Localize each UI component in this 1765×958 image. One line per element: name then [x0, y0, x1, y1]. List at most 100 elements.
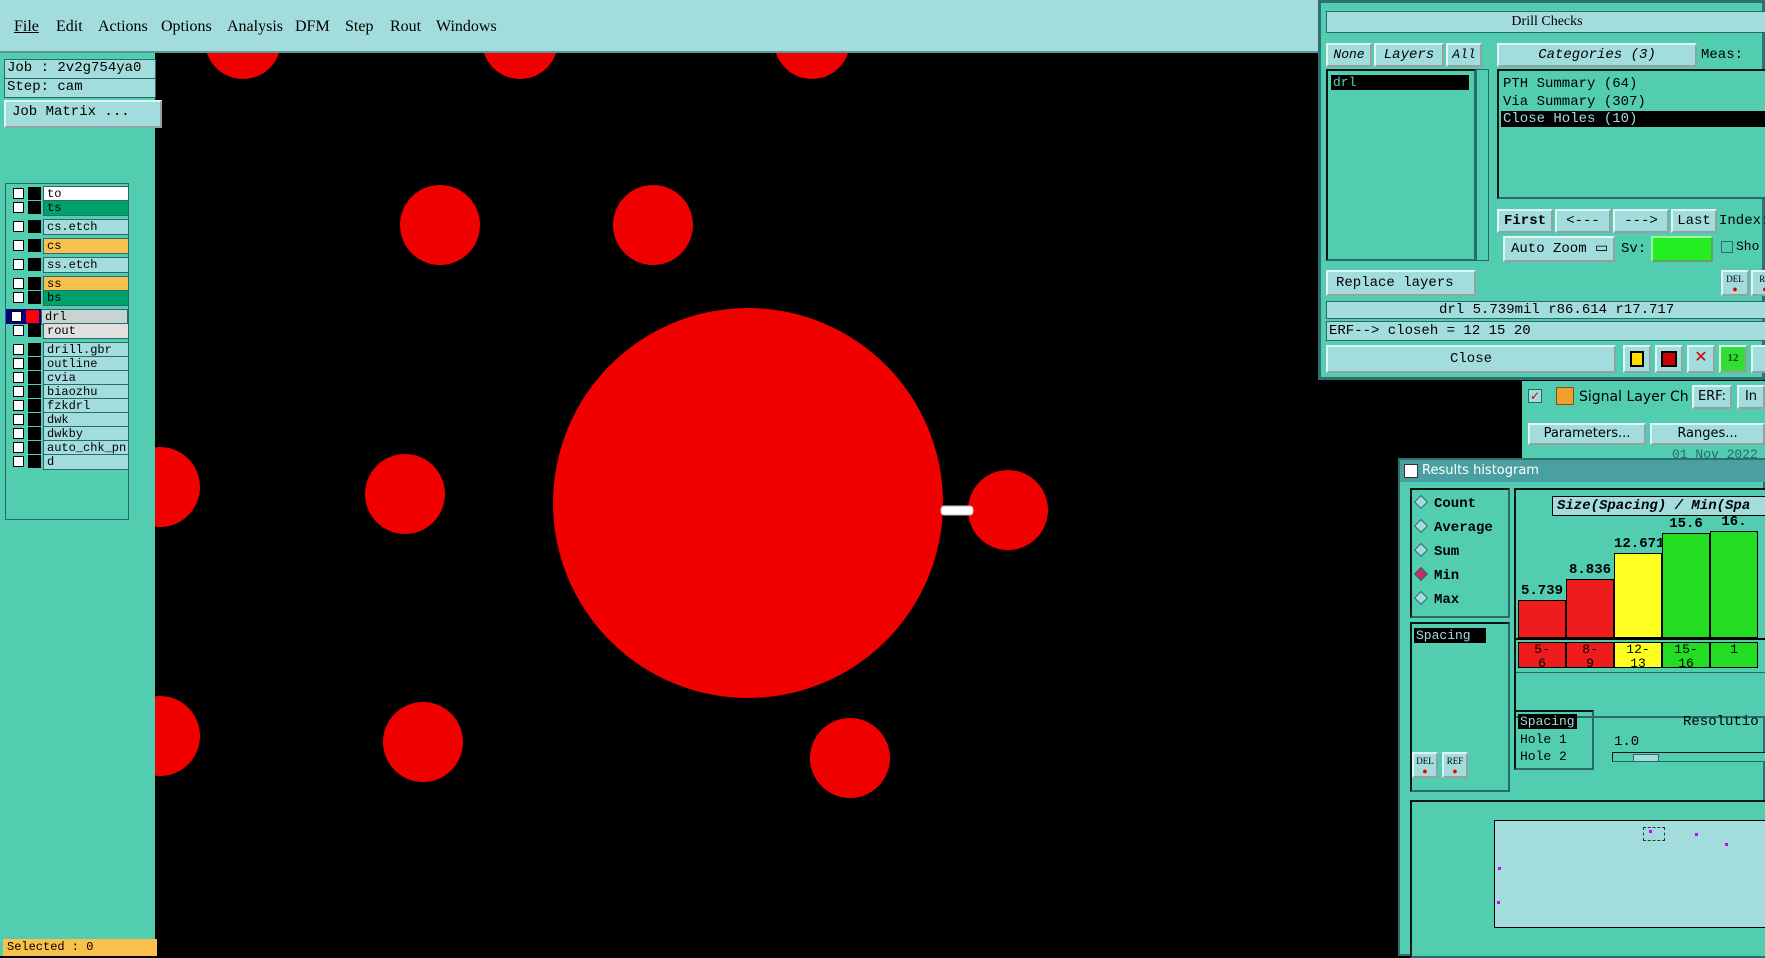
category-listbox[interactable]: PTH Summary (64) Via Summary (307) Close… [1497, 69, 1765, 199]
menu-windows[interactable]: Windows [436, 18, 497, 36]
layer-row[interactable]: auto_chk_pn [8, 440, 130, 456]
layer-row[interactable]: cvia [8, 370, 130, 386]
close-button[interactable]: Close [1326, 345, 1616, 373]
layer-checkbox[interactable] [13, 325, 24, 336]
layer-row[interactable]: biaozhu [8, 384, 130, 400]
layer-row[interactable]: to [8, 186, 130, 202]
layer-checkbox[interactable] [13, 188, 24, 199]
replace-layers-dropdown[interactable]: Replace layers ▭ [1326, 270, 1476, 313]
layer-row[interactable]: ss [8, 276, 130, 292]
layer-row[interactable]: cs.etch [8, 219, 130, 235]
histogram-bar[interactable] [1710, 531, 1758, 638]
layer-row[interactable]: ts [8, 200, 130, 216]
layer-row[interactable]: bs [8, 290, 130, 306]
layer-row[interactable]: fzkdrl [8, 398, 130, 414]
clear-icon[interactable]: ✕ [1687, 345, 1715, 373]
layer-checkbox[interactable] [13, 202, 24, 213]
layers-button[interactable]: Layers [1374, 43, 1444, 67]
mode-radio-sum[interactable]: Sum [1413, 542, 1459, 562]
drill-hole[interactable] [155, 696, 200, 776]
layers-all-button[interactable]: All [1446, 43, 1482, 67]
layer-listbox[interactable]: drl [1326, 69, 1476, 261]
layer-row[interactable]: drill.gbr [8, 342, 130, 358]
drill-canvas[interactable] [155, 53, 1320, 956]
mode-radio-min[interactable]: Min [1413, 566, 1459, 586]
layer-checkbox[interactable] [13, 400, 24, 411]
report-icon[interactable] [1655, 345, 1683, 373]
layer-name[interactable]: rout [43, 323, 130, 339]
layer-row[interactable]: outline [8, 356, 130, 372]
layer-row[interactable]: drl [6, 309, 128, 325]
sv-color-dropdown[interactable] [1651, 236, 1713, 262]
layer-listbox-scroll[interactable] [1476, 69, 1489, 261]
layer-checkbox[interactable] [13, 358, 24, 369]
spacing-marker[interactable] [940, 505, 974, 516]
layer-checkbox[interactable] [13, 221, 24, 232]
mode-radio-average[interactable]: Average [1413, 518, 1493, 538]
layer-checkbox[interactable] [11, 311, 22, 322]
mode-radio-max[interactable]: Max [1413, 590, 1459, 610]
prev-button[interactable]: <--- [1555, 209, 1611, 233]
histogram-bar[interactable] [1518, 600, 1566, 638]
last-button[interactable]: Last [1671, 209, 1717, 233]
menu-edit[interactable]: Edit [56, 18, 83, 36]
menu-options[interactable]: Options [161, 18, 212, 36]
layer-row[interactable]: cs [8, 238, 130, 254]
drill-hole[interactable] [968, 470, 1048, 550]
histogram-bar[interactable] [1566, 579, 1614, 638]
mode-radio-count[interactable]: Count [1413, 494, 1476, 514]
category-item-selected[interactable]: Close Holes (10) [1501, 111, 1765, 127]
menu-rout[interactable]: Rout [390, 18, 421, 36]
signal-erf-button[interactable]: ERF: [1692, 385, 1732, 409]
menu-actions[interactable]: Actions [98, 18, 148, 36]
histogram-bar[interactable] [1614, 553, 1662, 638]
layer-checkbox[interactable] [13, 456, 24, 467]
more-icon[interactable] [1751, 345, 1765, 373]
layer-name[interactable]: ss.etch [43, 257, 130, 273]
drill-hole[interactable] [774, 53, 850, 79]
drill-hole[interactable] [155, 447, 200, 527]
layer-checkbox[interactable] [13, 278, 24, 289]
drill-hole[interactable] [553, 308, 943, 698]
highlight-tool-icon[interactable] [1623, 345, 1651, 373]
layer-item-drl[interactable]: drl [1331, 75, 1469, 90]
ref-button[interactable]: RE● [1751, 270, 1765, 296]
drill-hole[interactable] [383, 702, 463, 782]
next-button[interactable]: ---> [1613, 209, 1669, 233]
drill-hole[interactable] [482, 53, 558, 79]
layer-checkbox[interactable] [13, 386, 24, 397]
signal-in-button[interactable]: In [1737, 385, 1765, 409]
layer-name[interactable]: ts [43, 200, 130, 216]
menu-file[interactable]: File [14, 18, 39, 36]
resolution-slider[interactable] [1612, 752, 1765, 762]
histogram-bar[interactable] [1662, 533, 1710, 638]
layer-checkbox[interactable] [13, 240, 24, 251]
layer-name[interactable]: bs [43, 290, 130, 306]
first-button[interactable]: First [1497, 209, 1553, 233]
menu-step[interactable]: Step [345, 18, 373, 36]
num-icon[interactable]: 12 [1719, 345, 1747, 373]
layer-name[interactable]: d [43, 454, 130, 470]
show-checkbox[interactable] [1721, 241, 1733, 253]
hist-ref-button[interactable]: REF ● [1442, 752, 1468, 778]
chart-scrollbar[interactable] [1516, 672, 1765, 683]
drill-hole[interactable] [365, 454, 445, 534]
categories-button[interactable]: Categories (3) [1497, 43, 1697, 67]
layer-checkbox[interactable] [13, 292, 24, 303]
layer-checkbox[interactable] [13, 442, 24, 453]
drill-hole[interactable] [810, 718, 890, 798]
hist-del-button[interactable]: DEL ● [1412, 752, 1438, 778]
layer-row[interactable]: d [8, 454, 130, 470]
preview-map[interactable] [1494, 820, 1765, 928]
spacing-list-item[interactable]: Spacing [1414, 628, 1486, 643]
layer-name[interactable]: cs.etch [43, 219, 130, 235]
slider-thumb[interactable] [1633, 754, 1659, 762]
layer-checkbox[interactable] [13, 372, 24, 383]
layer-row[interactable]: rout [8, 323, 130, 339]
category-item[interactable]: Via Summary (307) [1503, 93, 1646, 111]
signal-checkbox[interactable]: ✓ [1528, 389, 1542, 403]
layer-checkbox[interactable] [13, 344, 24, 355]
layer-checkbox[interactable] [13, 414, 24, 425]
layer-checkbox[interactable] [13, 428, 24, 439]
layers-none-button[interactable]: None [1326, 43, 1372, 67]
